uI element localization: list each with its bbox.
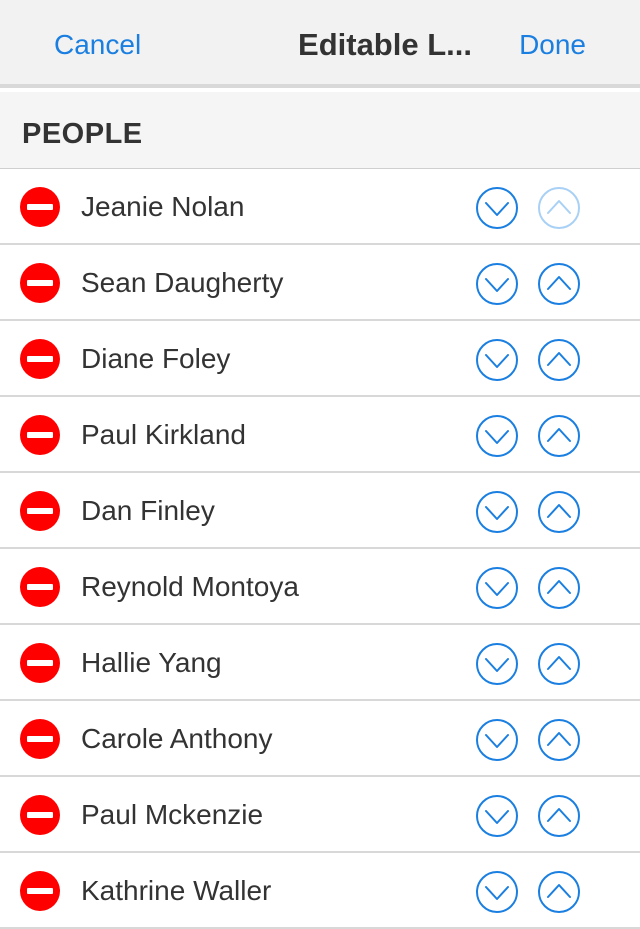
person-name: Sean Daugherty	[81, 267, 284, 298]
section-title: PEOPLE	[22, 118, 143, 150]
move-down-icon[interactable]	[475, 490, 519, 534]
person-name: Kathrine Waller	[81, 875, 272, 906]
person-name: Jeanie Nolan	[81, 191, 245, 222]
person-name: Carole Anthony	[81, 723, 273, 754]
move-down-icon[interactable]	[475, 870, 519, 914]
move-down-icon[interactable]	[475, 186, 519, 230]
section-header: PEOPLE	[0, 92, 640, 169]
move-down-icon[interactable]	[475, 794, 519, 838]
move-up-icon[interactable]	[537, 490, 581, 534]
move-down-icon[interactable]	[475, 718, 519, 762]
person-name: Diane Foley	[81, 343, 231, 374]
person-name: Dan Finley	[81, 495, 215, 526]
move-up-icon[interactable]	[537, 642, 581, 686]
person-name: Reynold Montoya	[81, 571, 299, 602]
list-item: Paul Mckenzie	[0, 777, 640, 853]
move-down-icon[interactable]	[475, 414, 519, 458]
list-item: Paul Kirkland	[0, 397, 640, 473]
list-item: Sean Daugherty	[0, 245, 640, 321]
move-down-icon[interactable]	[475, 642, 519, 686]
person-name: Hallie Yang	[81, 647, 222, 678]
move-up-icon[interactable]	[537, 566, 581, 610]
delete-icon[interactable]	[20, 643, 60, 683]
move-up-icon	[537, 186, 581, 230]
delete-icon[interactable]	[20, 263, 60, 303]
move-up-icon[interactable]	[537, 414, 581, 458]
move-up-icon[interactable]	[537, 718, 581, 762]
move-down-icon[interactable]	[475, 262, 519, 306]
move-down-icon[interactable]	[475, 338, 519, 382]
list-item: Hallie Yang	[0, 625, 640, 701]
move-up-icon[interactable]	[537, 870, 581, 914]
delete-icon[interactable]	[20, 339, 60, 379]
delete-icon[interactable]	[20, 187, 60, 227]
move-down-icon[interactable]	[475, 566, 519, 610]
done-button[interactable]: Done	[519, 28, 586, 62]
person-name: Paul Kirkland	[81, 419, 246, 450]
move-up-icon[interactable]	[537, 262, 581, 306]
list-item: Dan Finley	[0, 473, 640, 549]
people-list: Jeanie Nolan Sean Daugherty Diane Foley Pau…	[0, 169, 640, 929]
list-item: Reynold Montoya	[0, 549, 640, 625]
delete-icon[interactable]	[20, 491, 60, 531]
move-up-icon[interactable]	[537, 338, 581, 382]
delete-icon[interactable]	[20, 871, 60, 911]
list-item: Carole Anthony	[0, 701, 640, 777]
list-item: Diane Foley	[0, 321, 640, 397]
navigation-bar: Cancel Editable L... Done	[0, 0, 640, 88]
delete-icon[interactable]	[20, 719, 60, 759]
delete-icon[interactable]	[20, 795, 60, 835]
list-item: Jeanie Nolan	[0, 169, 640, 245]
list-item: Kathrine Waller	[0, 853, 640, 929]
move-up-icon[interactable]	[537, 794, 581, 838]
delete-icon[interactable]	[20, 567, 60, 607]
person-name: Paul Mckenzie	[81, 799, 264, 830]
delete-icon[interactable]	[20, 415, 60, 455]
